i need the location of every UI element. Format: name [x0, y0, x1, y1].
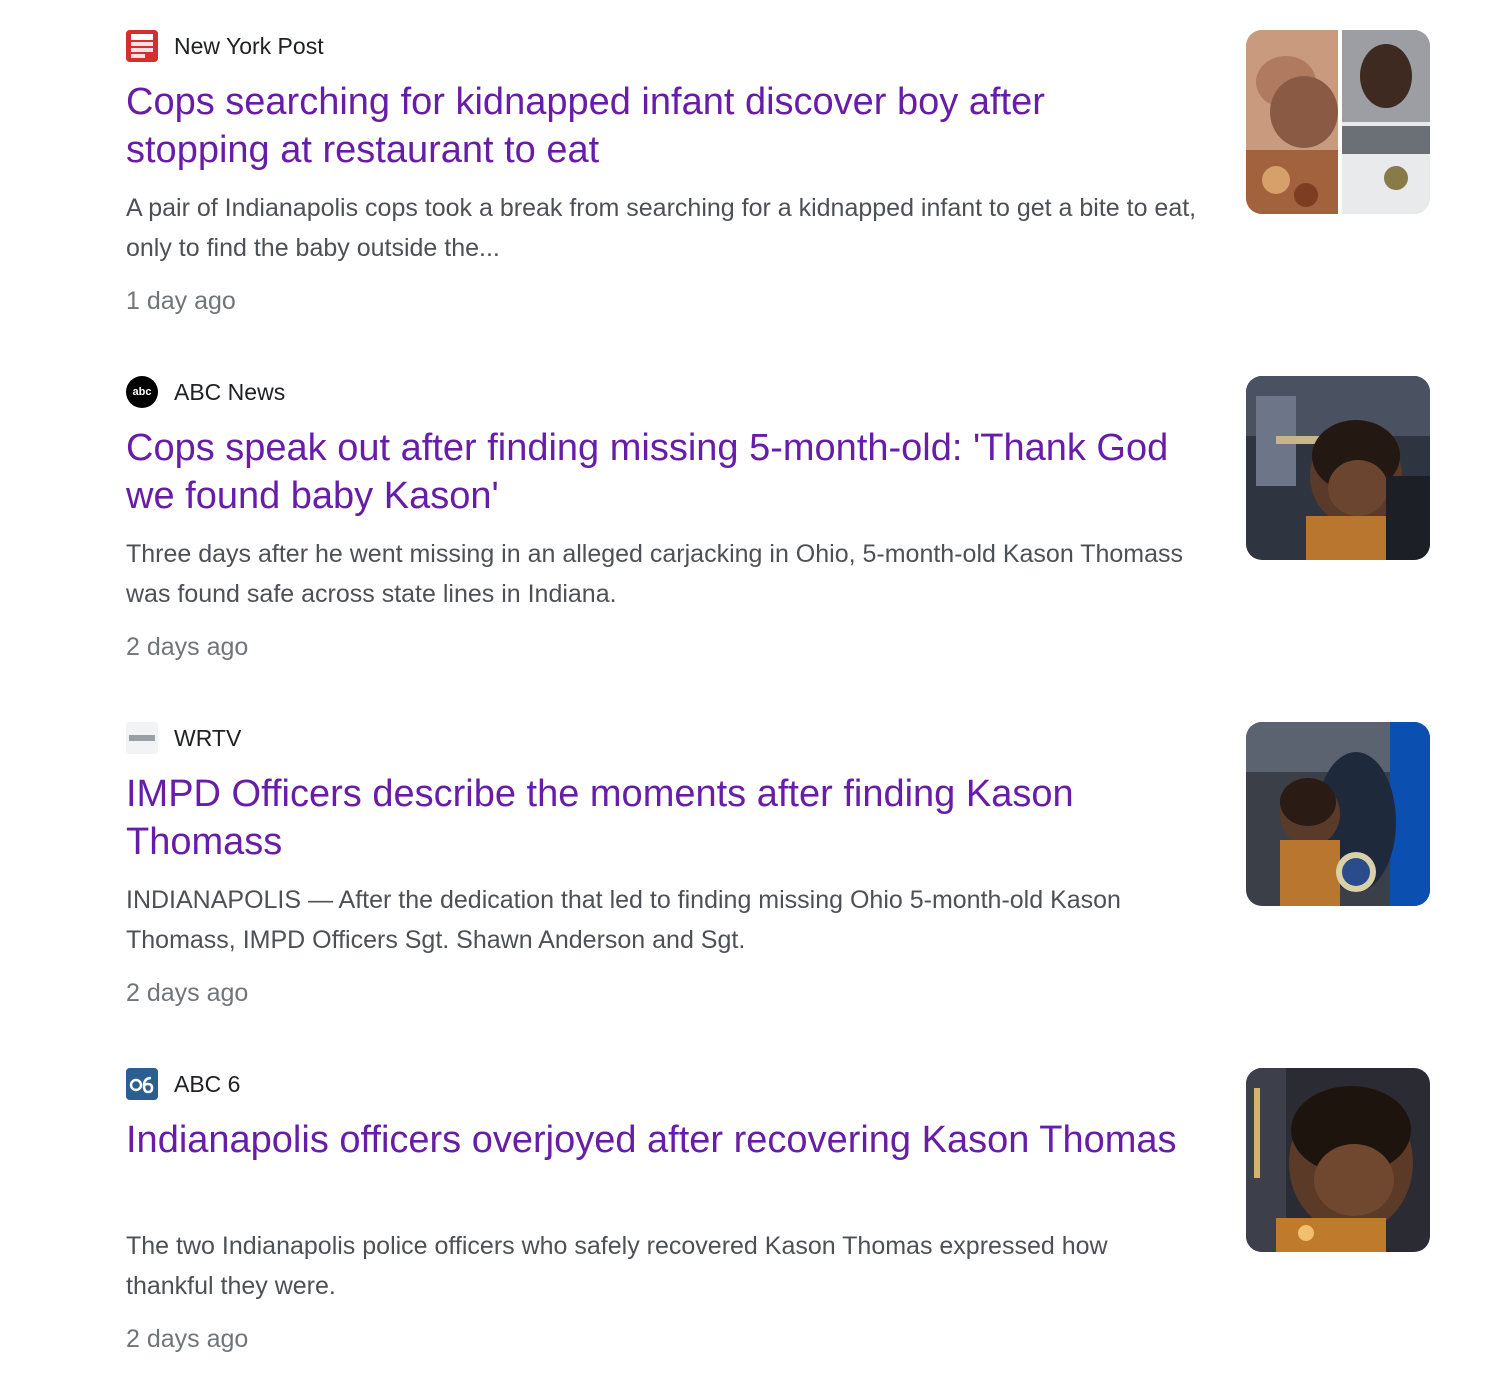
new-york-post-logo-icon — [126, 30, 158, 62]
result-title-link[interactable]: IMPD Officers describe the moments after… — [126, 770, 1196, 866]
source-name: ABC 6 — [174, 1071, 241, 1097]
abc-news-logo-icon: abc — [126, 376, 158, 408]
news-result: abc ABC News Cops speak out after findin… — [0, 346, 1502, 676]
source-row[interactable]: WRTV — [126, 722, 241, 754]
result-title-link[interactable]: Indianapolis officers overjoyed after re… — [126, 1116, 1196, 1164]
result-date: 1 day ago — [126, 287, 236, 315]
result-snippet: INDIANAPOLIS — After the dedication that… — [126, 886, 1121, 954]
news-result: New York Post Cops searching for kidnapp… — [0, 0, 1502, 330]
result-thumbnail[interactable] — [1246, 1068, 1430, 1252]
source-row[interactable]: ABC 6 — [126, 1068, 240, 1100]
result-date: 2 days ago — [126, 979, 249, 1007]
result-thumbnail[interactable] — [1246, 722, 1430, 906]
result-title-link[interactable]: Cops speak out after finding missing 5-m… — [126, 424, 1196, 520]
source-name: New York Post — [174, 33, 324, 59]
result-title-link[interactable]: Cops searching for kidnapped infant disc… — [126, 78, 1196, 174]
source-name: ABC News — [174, 379, 286, 405]
result-snippet: The two Indianapolis police officers who… — [126, 1232, 1108, 1300]
result-thumbnail[interactable] — [1246, 30, 1430, 214]
news-result: WRTV IMPD Officers describe the moments … — [0, 692, 1502, 1022]
result-date: 2 days ago — [126, 1325, 249, 1353]
result-date: 2 days ago — [126, 633, 249, 661]
news-result: ABC 6 Indianapolis officers overjoyed af… — [0, 1038, 1502, 1368]
result-thumbnail[interactable] — [1246, 376, 1430, 560]
source-row[interactable]: New York Post — [126, 30, 324, 62]
abc-6-logo-icon — [126, 1068, 158, 1100]
result-snippet: A pair of Indianapolis cops took a break… — [126, 194, 1197, 262]
result-snippet: Three days after he went missing in an a… — [126, 540, 1184, 608]
wrtv-logo-icon — [126, 722, 158, 754]
source-name: WRTV — [174, 725, 242, 751]
source-row[interactable]: abc ABC News — [126, 376, 285, 408]
